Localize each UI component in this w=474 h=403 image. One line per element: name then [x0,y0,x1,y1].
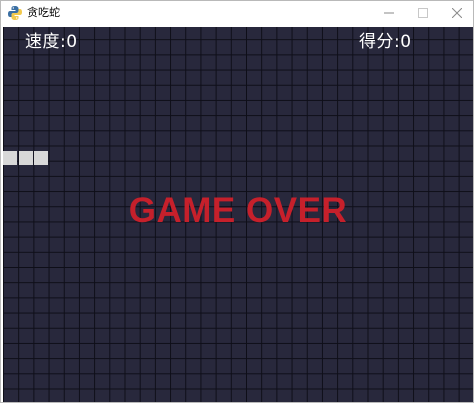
window-title: 贪吃蛇 [27,6,60,19]
snake-segment [34,151,48,165]
score-display: 得分:0 [359,32,412,52]
title-bar[interactable]: 贪吃蛇 [1,1,473,25]
close-button[interactable] [441,1,473,25]
snake-segment [18,151,33,165]
close-icon [452,8,462,18]
snake-segment [3,151,17,165]
game-over-message: GAME OVER [128,191,348,230]
minimize-icon [384,12,394,14]
minimize-button[interactable] [373,1,405,25]
game-window: 贪吃蛇 速度:0 得分:0 GAME OVER [0,0,474,403]
maximize-button[interactable] [407,1,439,25]
python-snake-icon [8,6,22,20]
game-board[interactable]: 速度:0 得分:0 GAME OVER [3,27,473,402]
maximize-icon [418,8,428,18]
speed-display: 速度:0 [25,32,78,52]
